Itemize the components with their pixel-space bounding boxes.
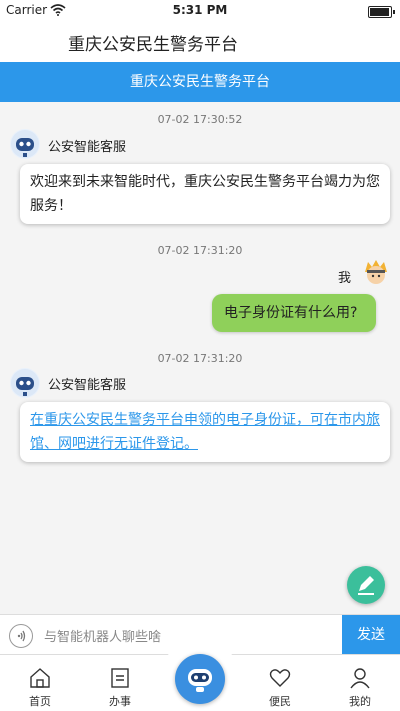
- voice-button[interactable]: [9, 624, 33, 648]
- sender-name: 公安智能客服: [48, 378, 127, 393]
- message-timestamp: 07-02 17:31:20: [157, 244, 243, 257]
- user-message-bubble: 电子身份证有什么用?: [212, 294, 376, 332]
- answer-link[interactable]: 在重庆公安民生警务平台申领的电子身份证，可在市内旅馆、网吧进行无证件登记。: [30, 412, 380, 452]
- message-timestamp: 07-02 17:30:52: [157, 113, 243, 126]
- robot-icon: [11, 130, 39, 158]
- tab-profile[interactable]: 我的: [320, 655, 400, 711]
- chat-area[interactable]: 07-02 17:30:52 公安智能客服 欢迎来到未来智能时代，重庆公安民生警…: [0, 102, 400, 614]
- status-bar: Carrier 5:31 PM: [0, 0, 400, 22]
- battery-icon: [368, 6, 395, 18]
- bot-message-bubble: 欢迎来到未来智能时代，重庆公安民生警务平台竭力为您服务！: [20, 164, 390, 224]
- user-avatar: [362, 258, 390, 286]
- message-text: 电子身份证有什么用?: [224, 305, 358, 321]
- tab-label: 便民: [269, 695, 291, 708]
- bot-avatar: [10, 129, 40, 159]
- app-title: 重庆公安民生警务平台: [68, 35, 238, 55]
- battery-fill: [370, 8, 389, 16]
- sender-name: 我: [338, 271, 352, 286]
- sender-name: 公安智能客服: [48, 140, 127, 155]
- send-button[interactable]: 发送: [342, 615, 400, 655]
- tab-label: 我的: [349, 695, 371, 708]
- tab-label: 办事: [109, 695, 131, 708]
- robot-icon: [11, 369, 39, 397]
- heart-icon: [269, 669, 291, 687]
- voice-icon: [17, 630, 26, 642]
- status-time: 5:31 PM: [172, 3, 228, 17]
- app-title-bar: 重庆公安民生警务平台: [0, 22, 400, 62]
- center-robot-button[interactable]: [175, 654, 225, 704]
- message-input[interactable]: 与智能机器人聊些啥: [44, 626, 161, 645]
- message-timestamp: 07-02 17:31:20: [157, 352, 243, 365]
- message-text: 欢迎来到未来智能时代，重庆公安民生警务平台竭力为您服务！: [30, 174, 380, 214]
- pencil-icon: [358, 576, 374, 595]
- user-icon: [350, 668, 370, 689]
- document-icon: [111, 668, 129, 688]
- home-icon: [30, 668, 50, 688]
- nav-title: 重庆公安民生警务平台: [130, 74, 270, 90]
- tab-convenience[interactable]: 便民: [240, 655, 320, 711]
- nav-bar: 重庆公安民生警务平台: [0, 62, 400, 102]
- bot-message-bubble: 在重庆公安民生警务平台申领的电子身份证，可在市内旅馆、网吧进行无证件登记。: [20, 402, 390, 462]
- robot-icon: [188, 669, 212, 692]
- tab-services[interactable]: 办事: [80, 655, 160, 711]
- edit-fab-button[interactable]: [347, 566, 385, 604]
- tab-home[interactable]: 首页: [0, 655, 80, 711]
- tab-label: 首页: [29, 695, 51, 708]
- bot-avatar: [10, 368, 40, 398]
